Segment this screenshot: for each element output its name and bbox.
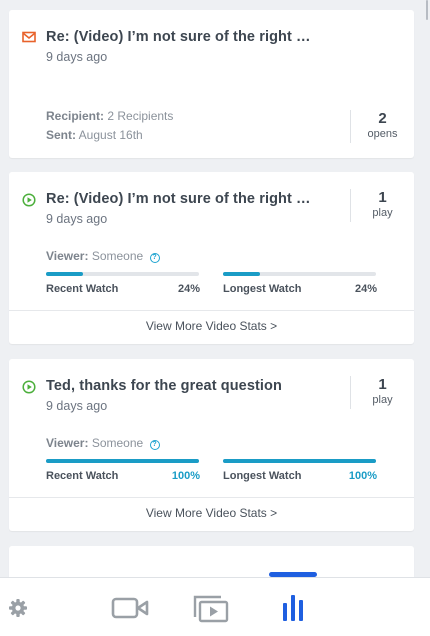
video-camera-icon — [111, 597, 149, 618]
recent-watch-bar — [46, 459, 199, 463]
video-library-icon — [193, 595, 229, 622]
plays-count: 1 — [378, 376, 387, 393]
plays-label: play — [372, 207, 393, 219]
help-icon[interactable]: ? — [149, 440, 160, 450]
active-tab-indicator — [269, 572, 317, 577]
card-time: 9 days ago — [46, 399, 108, 413]
bottom-nav — [0, 572, 430, 636]
longest-watch-bar — [223, 459, 376, 463]
card-divider — [9, 497, 414, 498]
viewer-info: Viewer: Someone ? — [46, 249, 160, 263]
card-divider — [9, 310, 414, 311]
view-more-video-stats-link[interactable]: View More Video Stats > — [9, 506, 414, 520]
help-icon[interactable]: ? — [149, 253, 160, 263]
recipient-info: Recipient: 2 Recipients — [46, 109, 173, 123]
longest-watch-bar — [223, 272, 376, 276]
recent-watch-fill — [46, 459, 199, 463]
longest-watch-label: Longest Watch — [223, 470, 302, 482]
sent-label: Sent: — [46, 128, 76, 142]
opens-label: opens — [367, 128, 398, 140]
recipient-value: 2 Recipients — [107, 109, 174, 123]
play-circle-icon — [22, 380, 36, 394]
viewer-label: Viewer: — [46, 249, 89, 263]
viewer-label: Viewer: — [46, 436, 89, 450]
card-time: 9 days ago — [46, 212, 108, 226]
gear-icon — [9, 598, 27, 617]
stats-icon — [283, 594, 303, 621]
sent-value: August 16th — [78, 128, 143, 142]
viewer-value: Someone — [91, 249, 144, 263]
activity-feed[interactable]: Re: (Video) I’m not sure of the right … … — [0, 0, 430, 577]
longest-watch-pct: 24% — [354, 283, 377, 295]
recent-watch-pct: 24% — [177, 283, 200, 295]
play-circle-icon — [22, 193, 36, 207]
opens-count: 2 — [378, 110, 387, 127]
card-title: Re: (Video) I’m not sure of the right … — [46, 29, 311, 45]
recent-watch-label: Recent Watch — [46, 470, 119, 482]
card-time: 9 days ago — [46, 50, 108, 64]
opens-metric: 2 opens — [350, 110, 414, 143]
recent-watch-label: Recent Watch — [46, 283, 119, 295]
recent-watch-pct: 100% — [171, 470, 200, 482]
longest-watch-fill — [223, 272, 260, 276]
email-activity-card[interactable]: Re: (Video) I’m not sure of the right … … — [9, 10, 414, 158]
view-more-video-stats-link[interactable]: View More Video Stats > — [9, 319, 414, 333]
longest-watch-label: Longest Watch — [223, 283, 302, 295]
sent-info: Sent: August 16th — [46, 128, 143, 142]
recent-watch-fill — [46, 272, 83, 276]
scrollbar[interactable] — [426, 0, 428, 20]
recipient-label: Recipient: — [46, 109, 105, 123]
longest-watch-pct: 100% — [348, 470, 377, 482]
nav-video-library[interactable] — [189, 578, 233, 636]
longest-watch-fill — [223, 459, 376, 463]
plays-label: play — [372, 394, 393, 406]
video-activity-card[interactable]: Re: (Video) I’m not sure of the right … … — [9, 172, 414, 344]
video-activity-card[interactable]: Ted, thanks for the great question 9 day… — [9, 359, 414, 531]
recent-watch-bar — [46, 272, 199, 276]
plays-metric: 1 play — [350, 376, 414, 409]
card-title: Re: (Video) I’m not sure of the right … — [46, 191, 311, 207]
viewer-value: Someone — [91, 436, 144, 450]
plays-metric: 1 play — [350, 189, 414, 222]
video-activity-card[interactable] — [9, 546, 414, 577]
nav-record-video[interactable] — [106, 578, 154, 636]
card-title: Ted, thanks for the great question — [46, 378, 282, 394]
nav-settings[interactable] — [0, 578, 36, 636]
plays-count: 1 — [378, 189, 387, 206]
nav-stats[interactable] — [272, 578, 314, 636]
envelope-icon — [22, 31, 36, 43]
viewer-info: Viewer: Someone ? — [46, 436, 160, 450]
